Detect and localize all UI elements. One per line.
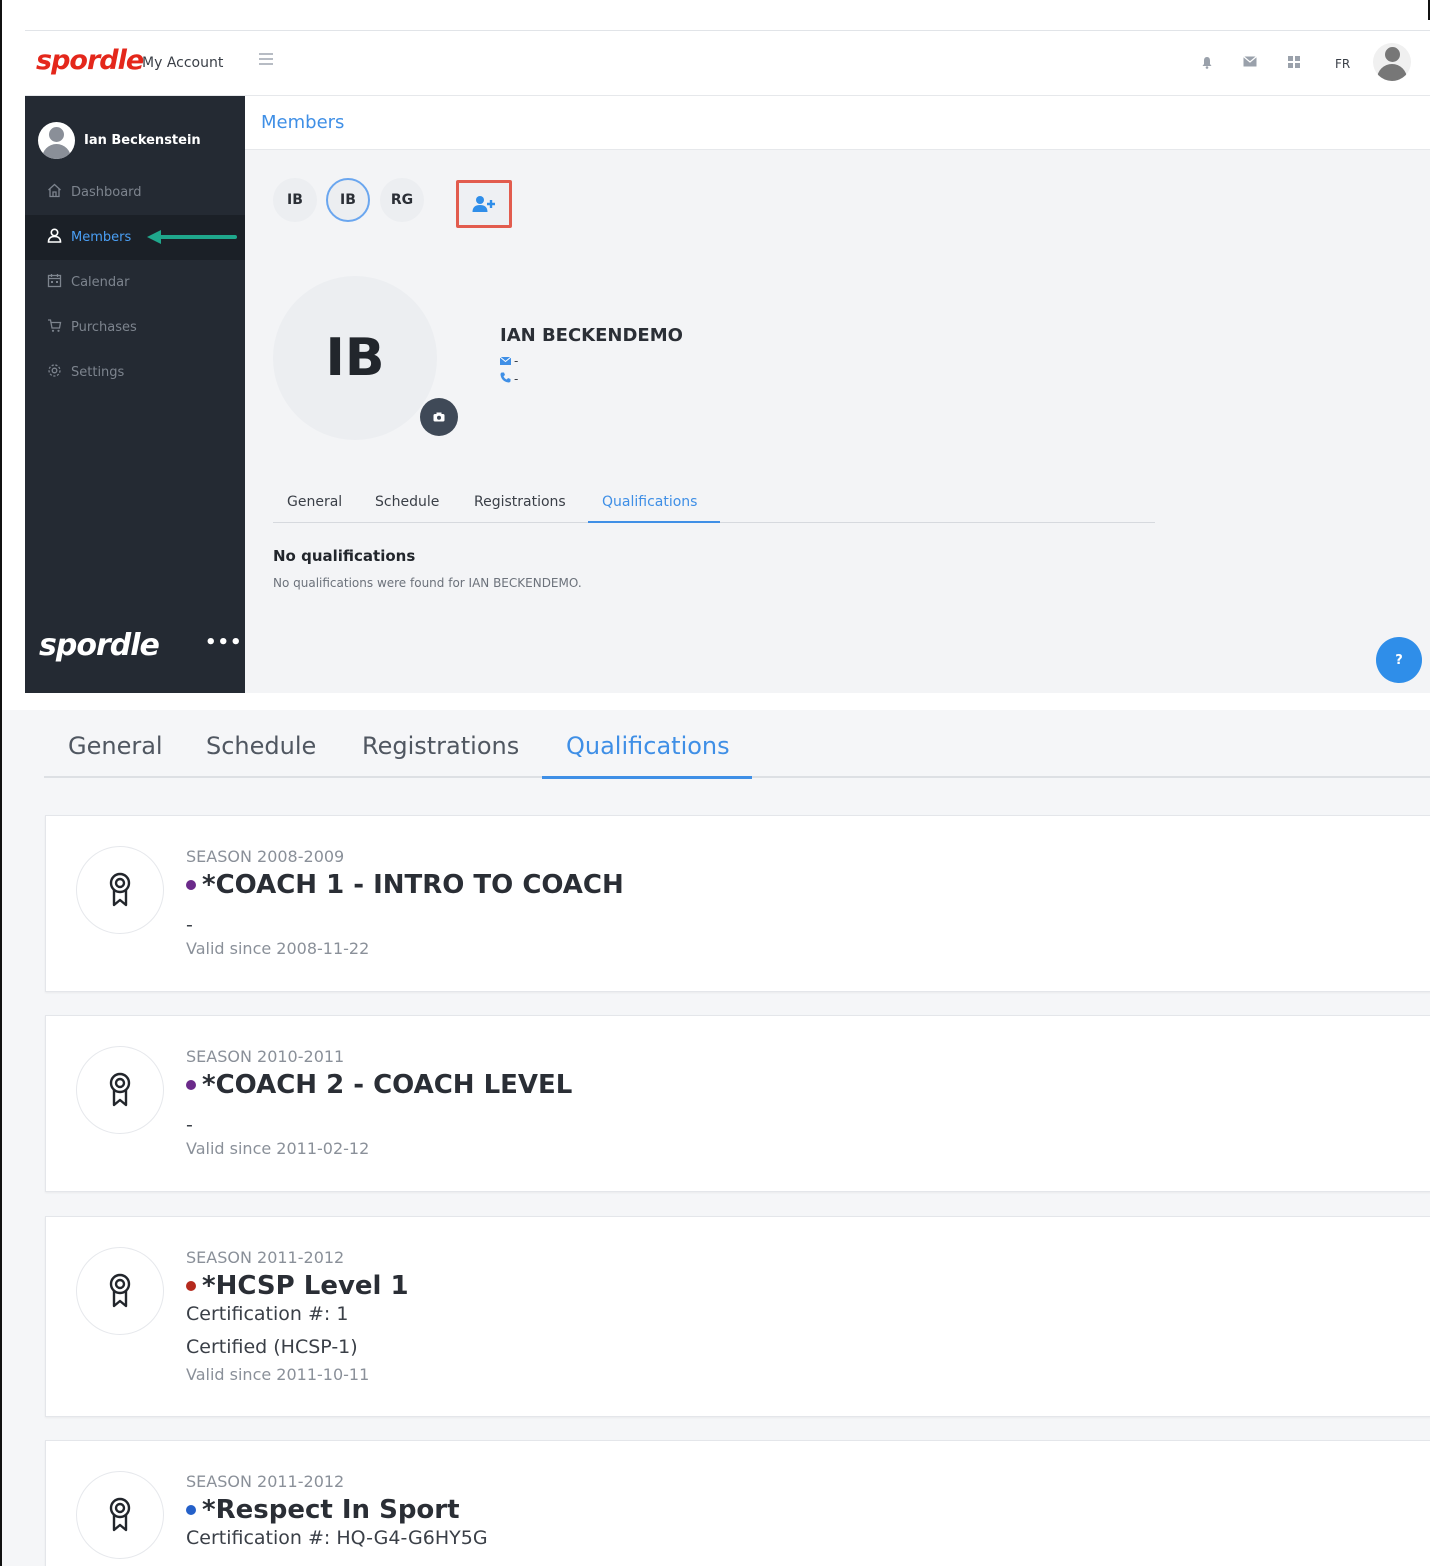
- top-navbar: spordle My Account FR: [25, 31, 1430, 96]
- category-dot: [186, 1505, 196, 1515]
- qualification-card[interactable]: SEASON 2008-2009 *COACH 1 - INTRO TO COA…: [45, 815, 1430, 992]
- add-member-button[interactable]: [456, 180, 512, 228]
- add-user-icon: [472, 196, 495, 212]
- tab-general[interactable]: General: [287, 494, 342, 510]
- app-window: spordle My Account FR Ian Beckenstein Da…: [25, 30, 1430, 693]
- more-options-button[interactable]: •••: [205, 632, 243, 653]
- qualification-detail: Certified (HCSP-1): [186, 1336, 358, 1358]
- qualification-title: *HCSP Level 1: [202, 1271, 409, 1301]
- qualification-valid-since: Valid since 2008-11-22: [186, 939, 370, 958]
- qualification-detail: -: [186, 1114, 193, 1136]
- member-email-value: -: [514, 354, 519, 368]
- spordle-logo[interactable]: spordle: [36, 45, 144, 76]
- tab-schedule[interactable]: Schedule: [206, 732, 316, 760]
- qualification-name: *COACH 2 - COACH LEVEL: [186, 1070, 572, 1100]
- active-tab-indicator: [542, 776, 752, 779]
- qualifications-zoom-view: General Schedule Registrations Qualifica…: [2, 710, 1430, 1566]
- change-photo-button[interactable]: [420, 398, 458, 436]
- sidebar-user-name: Ian Beckenstein: [84, 132, 201, 148]
- qualification-name: *Respect In Sport: [186, 1495, 460, 1525]
- category-dot: [186, 880, 196, 890]
- sidebar-item-purchases[interactable]: Purchases: [25, 305, 245, 350]
- sidebar-item-members[interactable]: Members: [25, 215, 245, 260]
- sidebar-item-label: Calendar: [71, 275, 130, 290]
- qualification-name: *HCSP Level 1: [186, 1271, 409, 1301]
- sidebar-item-label: Settings: [71, 365, 125, 380]
- annotation-arrow-icon: [147, 230, 237, 244]
- mail-icon: [499, 355, 514, 368]
- help-button[interactable]: ?: [1376, 637, 1422, 683]
- user-icon: [46, 228, 63, 247]
- profile-tabs: General Schedule Registrations Qualifica…: [273, 485, 1155, 523]
- sidebar-item-label: Purchases: [71, 320, 137, 335]
- member-chip[interactable]: RG: [380, 178, 424, 222]
- member-phone-value: -: [514, 372, 519, 386]
- qualification-season: SEASON 2010-2011: [186, 1047, 345, 1066]
- bell-icon[interactable]: [1201, 56, 1213, 73]
- tab-general[interactable]: General: [68, 732, 163, 760]
- sidebar: Ian Beckenstein Dashboard Members Calend…: [25, 96, 245, 693]
- qualification-card[interactable]: SEASON 2010-2011 *COACH 2 - COACH LEVEL …: [45, 1015, 1430, 1192]
- qualification-valid-since: Valid since 2011-10-11: [186, 1365, 370, 1384]
- qualification-name: *COACH 1 - INTRO TO COACH: [186, 870, 624, 900]
- phone-icon: [500, 372, 514, 386]
- sidebar-footer-logo: spordle: [39, 628, 160, 663]
- empty-state-text: No qualifications were found for IAN BEC…: [273, 576, 582, 590]
- home-icon: [46, 183, 63, 202]
- award-ribbon-icon: [76, 1471, 164, 1559]
- cart-icon: [46, 318, 63, 337]
- tab-registrations[interactable]: Registrations: [474, 494, 566, 510]
- sidebar-user[interactable]: Ian Beckenstein: [38, 121, 201, 159]
- qualification-valid-since: Valid since 2011-02-12: [186, 1139, 370, 1158]
- apps-grid-icon[interactable]: [1288, 56, 1300, 72]
- mail-icon[interactable]: [1243, 56, 1257, 71]
- main-content: Members IB IB RG IB IAN BECKENDEMO - - G…: [245, 96, 1430, 693]
- sidebar-item-settings[interactable]: Settings: [25, 350, 245, 395]
- sidebar-item-dashboard[interactable]: Dashboard: [25, 170, 245, 215]
- profile-avatar: IB: [273, 276, 437, 440]
- member-email: -: [499, 354, 519, 368]
- category-dot: [186, 1080, 196, 1090]
- app-name: My Account: [142, 55, 224, 71]
- qualification-title: *COACH 1 - INTRO TO COACH: [202, 870, 624, 900]
- page-header: Members: [245, 96, 1430, 150]
- qualification-title: *Respect In Sport: [202, 1495, 460, 1525]
- page-title: Members: [261, 112, 345, 133]
- award-ribbon-icon: [76, 846, 164, 934]
- tab-registrations[interactable]: Registrations: [362, 732, 519, 760]
- certification-number: Certification #: 1: [186, 1303, 349, 1325]
- member-chip-selected[interactable]: IB: [326, 178, 370, 222]
- qualification-card[interactable]: SEASON 2011-2012 *HCSP Level 1 Certifica…: [45, 1216, 1430, 1417]
- active-tab-indicator: [588, 521, 720, 523]
- menu-toggle-icon[interactable]: [259, 53, 273, 67]
- gear-icon: [46, 363, 63, 382]
- qualification-detail: -: [186, 914, 193, 936]
- avatar: [38, 121, 75, 159]
- empty-state-title: No qualifications: [273, 547, 416, 565]
- qualification-card[interactable]: SEASON 2011-2012 *Respect In Sport Certi…: [45, 1440, 1430, 1566]
- award-ribbon-icon: [76, 1247, 164, 1335]
- qualification-tabs: General Schedule Registrations Qualifica…: [44, 710, 1430, 779]
- qualification-season: SEASON 2011-2012: [186, 1248, 345, 1267]
- member-name: IAN BECKENDEMO: [500, 325, 683, 346]
- qualification-season: SEASON 2008-2009: [186, 847, 345, 866]
- user-avatar-icon[interactable]: [1373, 43, 1411, 81]
- language-toggle[interactable]: FR: [1335, 57, 1350, 71]
- tab-qualifications[interactable]: Qualifications: [566, 732, 730, 760]
- qualification-title: *COACH 2 - COACH LEVEL: [202, 1070, 573, 1100]
- sidebar-item-calendar[interactable]: Calendar: [25, 260, 245, 305]
- tab-schedule[interactable]: Schedule: [375, 494, 439, 510]
- category-dot: [186, 1281, 196, 1291]
- member-chip[interactable]: IB: [273, 178, 317, 222]
- camera-icon: [433, 412, 445, 422]
- qualification-season: SEASON 2011-2012: [186, 1472, 345, 1491]
- tab-qualifications[interactable]: Qualifications: [602, 494, 697, 510]
- calendar-icon: [46, 273, 63, 292]
- sidebar-item-label: Dashboard: [71, 185, 142, 200]
- member-phone: -: [500, 372, 518, 386]
- sidebar-item-label: Members: [71, 230, 132, 245]
- certification-number: Certification #: HQ-G4-G6HY5G: [186, 1527, 488, 1549]
- award-ribbon-icon: [76, 1046, 164, 1134]
